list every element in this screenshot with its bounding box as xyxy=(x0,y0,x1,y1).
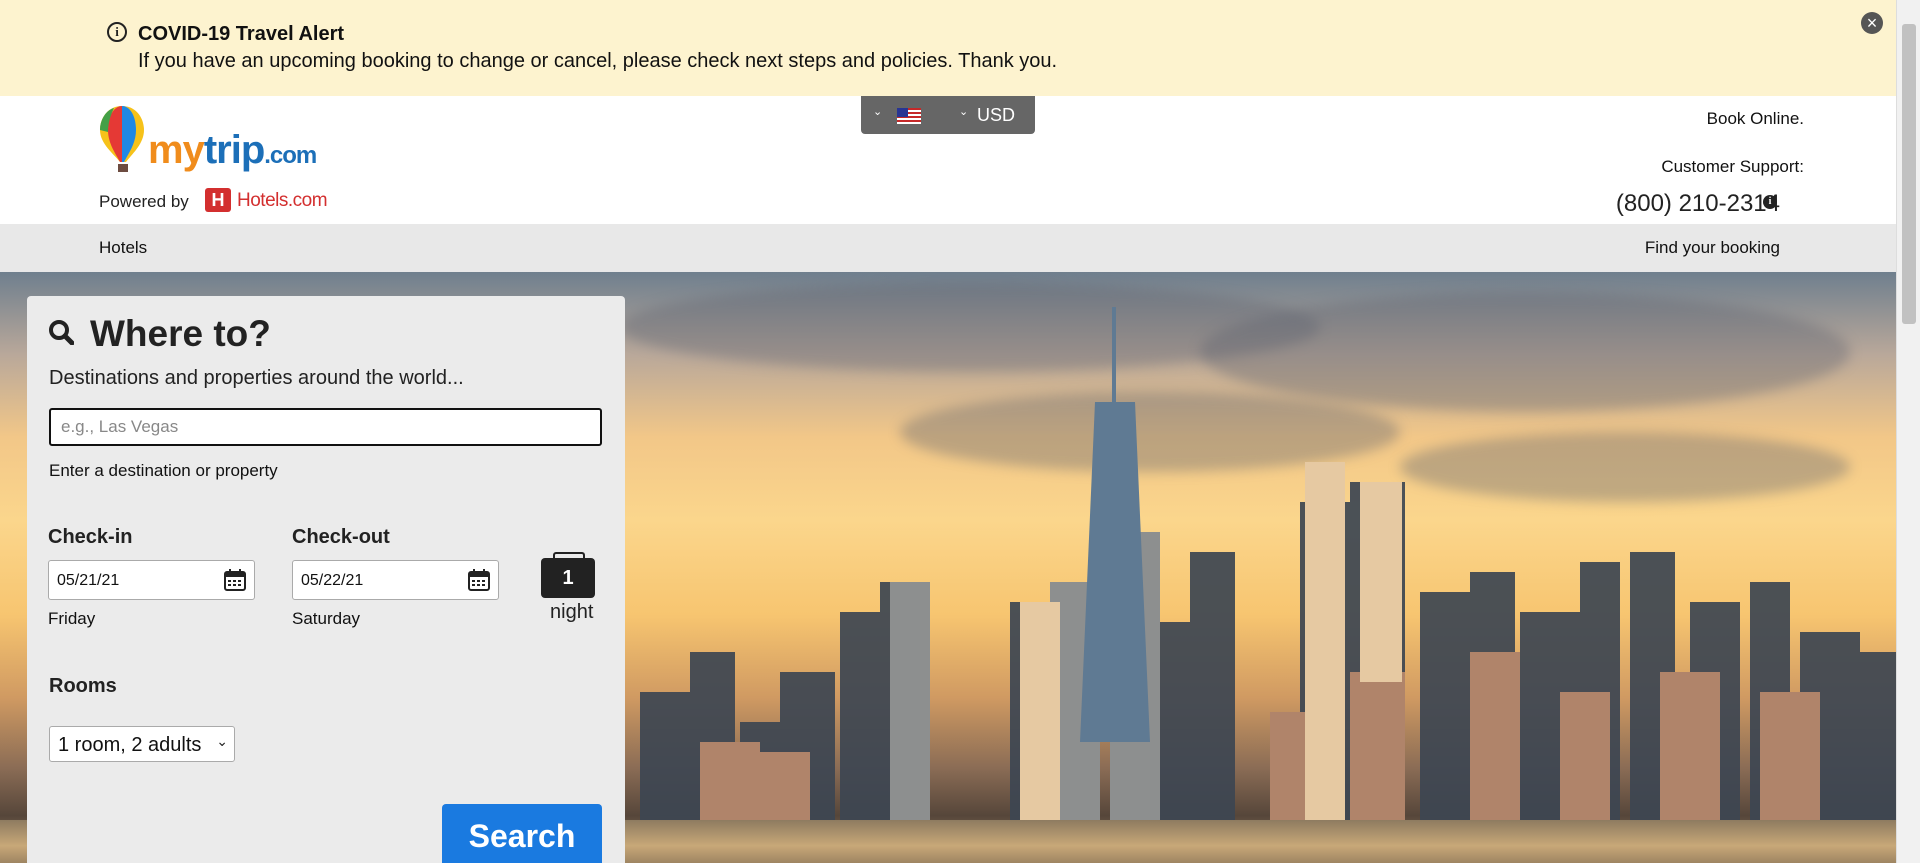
search-title: Where to? xyxy=(90,313,271,354)
search-icon xyxy=(49,320,74,345)
rooms-select-value[interactable]: 1 room, 2 adults xyxy=(58,734,201,757)
destination-hint: Enter a destination or property xyxy=(49,461,278,480)
calendar-icon[interactable] xyxy=(468,569,490,591)
mytrip-logo[interactable]: mytrip.com xyxy=(148,128,317,173)
hotels-logo-text: Hotels.com xyxy=(237,190,328,211)
book-online-text: Book Online. xyxy=(1706,109,1804,128)
hotels-logo-icon: H xyxy=(205,188,231,212)
nights-label: night xyxy=(550,601,594,623)
covid-alert-banner: i COVID-19 Travel Alert If you have an u… xyxy=(0,0,1896,96)
chevron-down-icon[interactable]: ⌄ xyxy=(959,105,968,118)
info-icon[interactable]: i xyxy=(1763,195,1777,209)
checkin-day: Friday xyxy=(48,609,96,628)
calendar-icon[interactable] xyxy=(224,569,246,591)
page-scrollbar[interactable] xyxy=(1896,0,1920,863)
chevron-down-icon[interactable]: ⌄ xyxy=(216,733,228,750)
checkin-date-value[interactable]: 05/21/21 xyxy=(57,572,119,590)
checkin-label: Check-in xyxy=(48,526,133,548)
info-circle-icon: i xyxy=(107,22,127,42)
destination-input[interactable] xyxy=(49,408,602,446)
checkout-date-value[interactable]: 05/22/21 xyxy=(301,572,363,590)
customer-support-label: Customer Support: xyxy=(1661,157,1804,176)
main-nav: Hotels Find your booking xyxy=(0,224,1896,272)
currency-selector[interactable]: USD xyxy=(977,105,1015,126)
nav-find-booking[interactable]: Find your booking xyxy=(1645,238,1780,258)
locale-selector[interactable]: ⌄ ⌄ USD xyxy=(861,96,1035,134)
search-button[interactable]: Search xyxy=(442,804,602,863)
nav-hotels[interactable]: Hotels xyxy=(99,238,147,258)
close-icon[interactable]: × xyxy=(1861,12,1883,34)
support-phone[interactable]: (800) 210-2314 xyxy=(1616,190,1780,218)
checkout-date-field[interactable]: 05/22/21 xyxy=(292,560,499,600)
us-flag-icon[interactable] xyxy=(897,108,921,124)
alert-text: If you have an upcoming booking to chang… xyxy=(138,50,1058,72)
rooms-select[interactable]: 1 room, 2 adults ⌄ xyxy=(49,726,235,762)
checkout-label: Check-out xyxy=(292,526,390,548)
chevron-down-icon[interactable]: ⌄ xyxy=(873,105,882,118)
search-subtitle: Destinations and properties around the w… xyxy=(49,367,464,389)
rooms-label: Rooms xyxy=(49,675,117,697)
powered-by-label: Powered by xyxy=(99,192,189,211)
scrollbar-thumb[interactable] xyxy=(1902,24,1916,324)
checkin-date-field[interactable]: 05/21/21 xyxy=(48,560,255,600)
nights-count-badge: 1 xyxy=(541,552,595,598)
checkout-day: Saturday xyxy=(292,609,361,628)
alert-title: COVID-19 Travel Alert xyxy=(138,23,345,45)
